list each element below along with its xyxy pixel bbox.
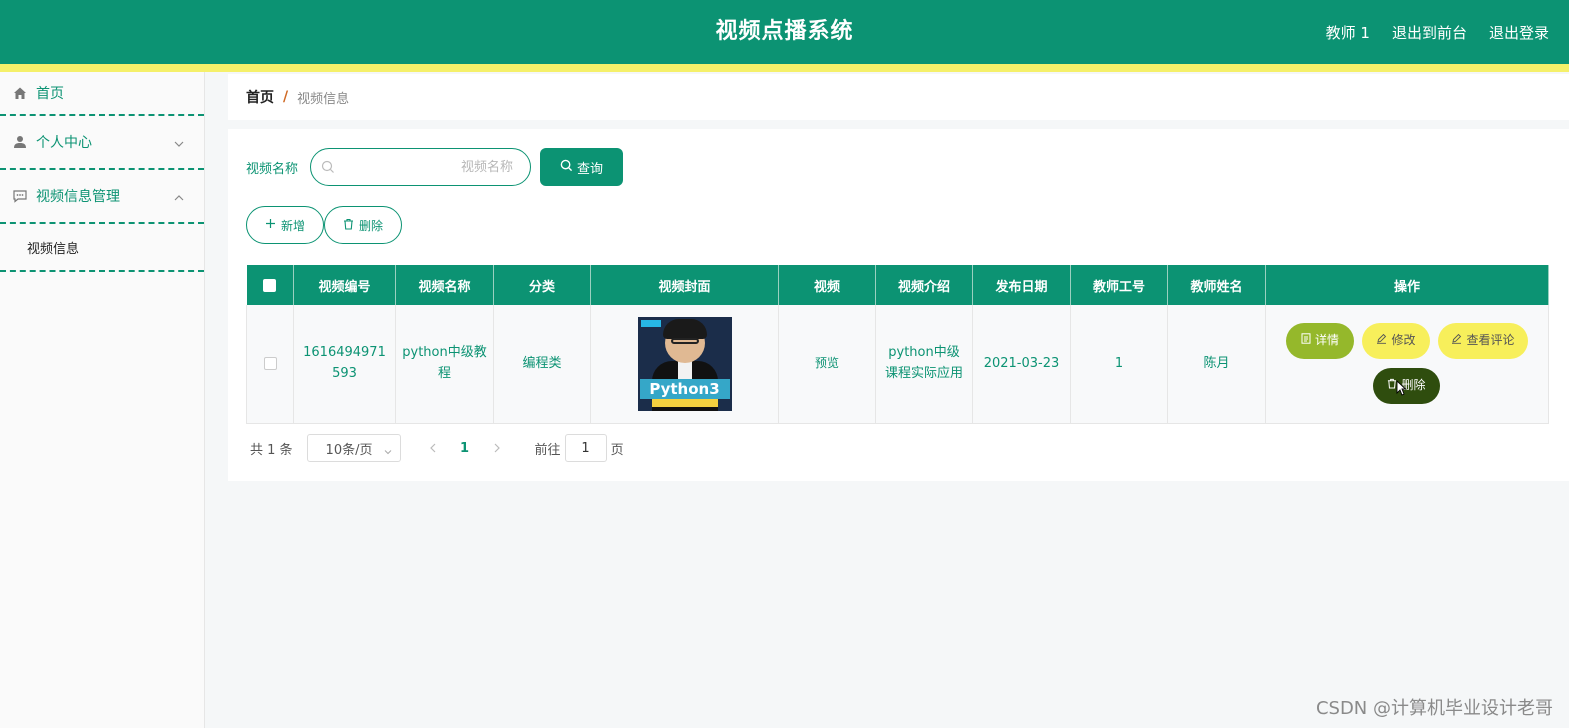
user-icon: [12, 134, 28, 150]
sidebar-item-label: 个人中心: [36, 135, 92, 151]
column-header[interactable]: 教师工号: [1070, 265, 1168, 305]
teacher-no-cell: 1: [1070, 305, 1168, 424]
goto-page-input[interactable]: [564, 434, 607, 462]
row-checkbox[interactable]: [263, 356, 277, 370]
cover-title: Python3: [639, 379, 730, 399]
row-delete-button[interactable]: 删除: [1373, 368, 1440, 404]
edit-button[interactable]: 修改: [1362, 323, 1430, 359]
sidebar-item-video-management[interactable]: 视频信息管理: [0, 170, 204, 224]
column-header[interactable]: 视频封面: [590, 265, 779, 305]
sidebar-subitem-video-info[interactable]: 视频信息: [0, 224, 204, 272]
breadcrumb: 首页 / 视频信息: [228, 74, 1569, 120]
sidebar-item-label: 首页: [36, 86, 64, 102]
column-header: 操作: [1265, 265, 1549, 305]
mouse-cursor-icon: [1396, 380, 1406, 396]
header-accent-strip: [0, 64, 1569, 72]
column-header[interactable]: 发布日期: [972, 265, 1071, 305]
detail-button-label: 详情: [1314, 333, 1339, 348]
search-input-wrapper: [310, 148, 531, 186]
video-name-cell: python中级教程: [395, 305, 494, 424]
column-header[interactable]: 视频介绍: [875, 265, 973, 305]
plus-icon: [265, 218, 276, 232]
breadcrumb-home[interactable]: 首页: [246, 87, 274, 107]
add-button-label: 新增: [280, 218, 305, 233]
watermark: CSDN @计算机毕业设计老哥: [1315, 698, 1553, 719]
teacher-name-cell: 陈月: [1167, 305, 1266, 424]
column-header[interactable]: 视频名称: [395, 265, 494, 305]
page-number-current[interactable]: 1: [443, 441, 487, 456]
cover-hair: [662, 319, 707, 339]
page-size-select[interactable]: 10条/页: [306, 434, 401, 462]
column-header[interactable]: 视频编号: [293, 265, 396, 305]
search-button[interactable]: 查询: [540, 148, 623, 186]
edit-icon: [1451, 331, 1462, 350]
search-button-label: 查询: [576, 161, 603, 177]
home-icon: [12, 85, 28, 101]
main-content: 视频名称 查询 新增 删除 视频编号 视频名称: [228, 129, 1569, 481]
sidebar-item-home[interactable]: 首页: [0, 72, 204, 116]
operations-cell: 详情 修改 查看评论 删除: [1265, 305, 1549, 424]
select-all-header: [246, 265, 294, 305]
video-preview-link[interactable]: 预览: [815, 356, 839, 370]
current-user[interactable]: 教师 1: [1326, 22, 1370, 43]
prev-page-button[interactable]: [423, 443, 443, 453]
sidebar-item-label: 视频信息管理: [36, 189, 120, 205]
search-icon: [321, 160, 335, 174]
cover-glasses: [670, 338, 699, 344]
batch-delete-label: 删除: [358, 218, 383, 233]
trash-icon: [343, 218, 354, 233]
chat-icon: [12, 188, 28, 204]
category-cell: 编程类: [493, 305, 591, 424]
page-suffix: 页: [610, 442, 624, 458]
cover-logo: [640, 320, 661, 327]
add-button[interactable]: 新增: [246, 206, 324, 244]
select-all-checkbox[interactable]: [263, 278, 277, 292]
video-no-cell: 1616494971593: [293, 305, 396, 424]
edit-icon: [1376, 331, 1387, 350]
table-header-row: 视频编号 视频名称 分类 视频封面 视频 视频介绍 发布日期 教师工号 教师姓名…: [246, 265, 1549, 305]
batch-delete-button[interactable]: 删除: [324, 206, 402, 244]
row-select-cell: [246, 305, 294, 424]
search-label: 视频名称: [246, 162, 299, 177]
document-icon: [1301, 331, 1311, 350]
page-size-value: 10条/页: [325, 442, 373, 458]
intro-cell: python中级课程实际应用: [875, 305, 973, 424]
sidebar: 首页 个人中心 视频信息管理 视频信息: [0, 72, 205, 728]
video-table: 视频编号 视频名称 分类 视频封面 视频 视频介绍 发布日期 教师工号 教师姓名…: [246, 265, 1549, 424]
goto-label: 前往: [534, 442, 561, 458]
logout-link[interactable]: 退出登录: [1489, 22, 1549, 43]
view-comments-button[interactable]: 查看评论: [1438, 323, 1528, 359]
pagination-total: 共 1 条: [250, 442, 293, 458]
operations-group: 详情 修改 查看评论 删除: [1266, 305, 1548, 423]
breadcrumb-current: 视频信息: [297, 91, 350, 107]
next-page-button[interactable]: [487, 443, 507, 453]
search-icon: [560, 159, 573, 176]
table-row: 1616494971593 python中级教程 编程类 Python3 预览 …: [246, 305, 1549, 424]
edit-button-label: 修改: [1391, 333, 1416, 348]
top-header: 视频点播系统 教师 1 退出到前台 退出登录: [0, 0, 1569, 64]
video-cell: 预览: [778, 305, 876, 424]
column-header[interactable]: 分类: [493, 265, 591, 305]
detail-button[interactable]: 详情: [1286, 323, 1354, 359]
breadcrumb-separator: /: [283, 89, 289, 105]
header-actions: 教师 1 退出到前台 退出登录: [1326, 0, 1549, 64]
chevron-down-icon: [174, 137, 184, 147]
column-header[interactable]: 教师姓名: [1167, 265, 1266, 305]
sidebar-item-personal-center[interactable]: 个人中心: [0, 116, 204, 170]
chevron-down-icon: [384, 445, 392, 455]
cover-subtitle-bar: [651, 399, 718, 407]
chevron-up-icon: [174, 191, 184, 201]
cover-cell: Python3: [590, 305, 779, 424]
pagination: 共 1 条 10条/页 1 前往 页: [250, 434, 624, 462]
video-cover-image[interactable]: Python3: [637, 317, 732, 411]
column-header[interactable]: 视频: [778, 265, 876, 305]
view-comments-label: 查看评论: [1466, 333, 1515, 348]
publish-date-cell: 2021-03-23: [972, 305, 1071, 424]
exit-to-frontend-link[interactable]: 退出到前台: [1392, 22, 1467, 43]
search-input[interactable]: [339, 149, 525, 185]
